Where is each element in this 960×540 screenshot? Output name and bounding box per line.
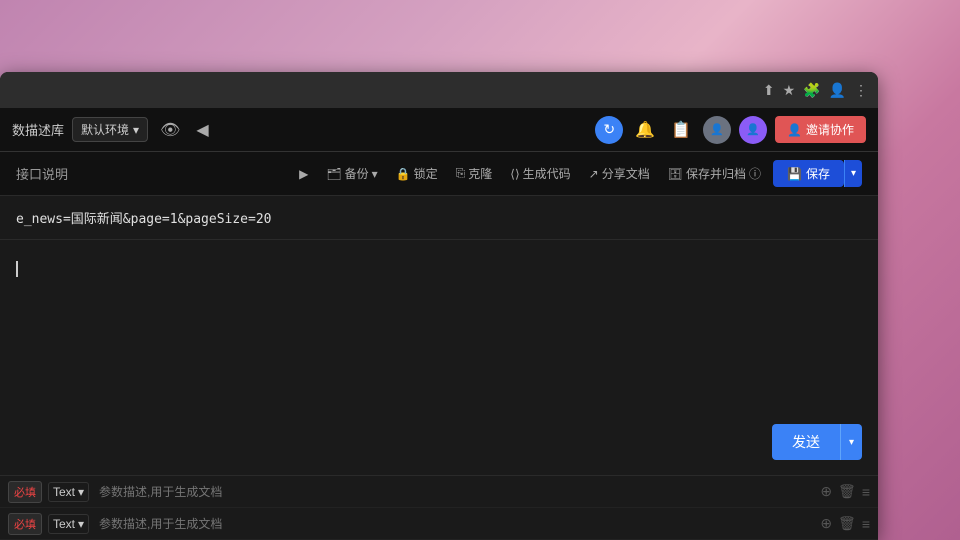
clone-label: 克隆	[468, 165, 492, 182]
puzzle-browser-icon[interactable]: 🧩	[803, 82, 820, 99]
avatar-1[interactable]: 👤	[703, 116, 731, 144]
person-add-icon: 👤	[787, 123, 802, 137]
param-type-label-1: Text	[53, 485, 75, 499]
share-doc-button[interactable]: ↗ 分享文档	[583, 162, 656, 185]
save-dropdown-button[interactable]: ▾	[844, 160, 862, 187]
notes-icon[interactable]: 📋	[667, 116, 695, 144]
bell-icon[interactable]: 🔔	[631, 116, 659, 144]
browser-topbar: ⬆ ★ 🧩 👤 ⋮	[0, 72, 878, 108]
param-row-1: 必填 Text ▾ ⊕ 🗑 ≡	[0, 476, 878, 508]
code-icon: ⟨⟩	[510, 167, 519, 181]
backup-icon: 🗂	[326, 167, 341, 181]
save-arrow-icon: ▾	[851, 168, 856, 179]
send-button[interactable]: 发送	[772, 424, 840, 460]
clone-icon: ⎘	[456, 166, 466, 181]
invite-label: 邀请协作	[806, 121, 854, 138]
save-button[interactable]: 💾 保存	[773, 160, 844, 187]
back-icon[interactable]: ◀	[192, 116, 212, 144]
archive-icon: 🗄	[668, 167, 683, 181]
env-selector[interactable]: 默认环境 ▾	[72, 117, 148, 142]
sync-icon: ↻	[603, 121, 615, 138]
api-toolbar: 接口说明 ▶ 🗂 备份 ▾ 🔒 锁定 ⎘ 克隆	[0, 152, 878, 196]
url-text[interactable]: e_news=国际新闻&page=1&pageSize=20	[16, 208, 272, 227]
param-desc-input-1[interactable]	[95, 485, 814, 499]
avatar-icon-2: 👤	[746, 123, 760, 136]
param-type-chevron-1: ▾	[78, 485, 84, 499]
param-actions-2: ⊕ 🗑 ≡	[820, 515, 870, 532]
invite-button[interactable]: 👤 邀请协作	[775, 116, 866, 143]
param-more-icon-1[interactable]: ≡	[862, 484, 870, 500]
param-actions-1: ⊕ 🗑 ≡	[820, 483, 870, 500]
save-archive-button[interactable]: 🗄 保存并归档 ⓘ	[662, 162, 767, 185]
param-desc-input-2[interactable]	[95, 517, 814, 531]
param-type-chevron-2: ▾	[78, 517, 84, 531]
lock-icon: 🔒	[396, 167, 411, 181]
params-area: 必填 Text ▾ ⊕ 🗑 ≡ 必填 Text ▾	[0, 475, 878, 540]
share-icon: ↗	[589, 167, 599, 181]
generate-code-button[interactable]: ⟨⟩ 生成代码	[504, 162, 576, 185]
param-delete-icon-2[interactable]: 🗑	[838, 515, 856, 532]
bookmark-browser-icon[interactable]: ★	[783, 82, 796, 99]
play-button[interactable]: ▶	[293, 164, 314, 184]
clone-button[interactable]: ⎘ 克隆	[450, 162, 499, 185]
browser-window: ⬆ ★ 🧩 👤 ⋮ 数描述库 默认环境 ▾ 👁 ◀ ↻ 🔔 📋 👤	[0, 72, 878, 540]
app-navbar: 数描述库 默认环境 ▾ 👁 ◀ ↻ 🔔 📋 👤 👤 👤 邀请协作	[0, 108, 878, 152]
param-delete-icon-1[interactable]: 🗑	[838, 483, 856, 500]
env-label: 默认环境	[81, 121, 129, 138]
param-add-icon-1[interactable]: ⊕	[820, 483, 832, 500]
backup-button[interactable]: 🗂 备份 ▾	[320, 162, 383, 185]
send-btn-container: 发送 ▾	[772, 424, 862, 460]
send-arrow-icon: ▾	[849, 437, 854, 448]
save-archive-label: 保存并归档	[686, 165, 746, 182]
save-btn-group: 💾 保存 ▾	[773, 160, 862, 187]
param-type-label-2: Text	[53, 517, 75, 531]
generate-code-label: 生成代码	[523, 165, 571, 182]
send-label: 发送	[792, 434, 820, 450]
save-icon: 💾	[787, 167, 802, 181]
nav-left: 数描述库 默认环境 ▾ 👁 ◀	[12, 116, 213, 144]
main-content: 接口说明 ▶ 🗂 备份 ▾ 🔒 锁定 ⎘ 克隆	[0, 152, 878, 540]
param-required-badge-2: 必填	[8, 513, 42, 535]
save-label: 保存	[806, 165, 830, 182]
avatar-2[interactable]: 👤	[739, 116, 767, 144]
play-icon: ▶	[299, 167, 308, 181]
send-dropdown-button[interactable]: ▾	[840, 424, 862, 460]
share-browser-icon[interactable]: ⬆	[763, 82, 775, 99]
param-more-icon-2[interactable]: ≡	[862, 516, 870, 532]
nav-right: ↻ 🔔 📋 👤 👤 👤 邀请协作	[595, 116, 866, 144]
eye-icon[interactable]: 👁	[156, 116, 184, 144]
profile-browser-icon[interactable]: 👤	[829, 82, 846, 99]
api-desc-label: 接口说明	[16, 164, 68, 183]
sync-button[interactable]: ↻	[595, 116, 623, 144]
db-label: 数描述库	[12, 120, 64, 139]
url-area: e_news=国际新闻&page=1&pageSize=20	[0, 196, 878, 240]
more-browser-icon[interactable]: ⋮	[854, 82, 868, 99]
param-row-2: 必填 Text ▾ ⊕ 🗑 ≡	[0, 508, 878, 540]
text-cursor	[16, 261, 18, 277]
backup-chevron: ▾	[372, 167, 378, 181]
cursor-area	[0, 240, 878, 298]
param-type-select-1[interactable]: Text ▾	[48, 482, 89, 502]
lock-label: 锁定	[414, 165, 438, 182]
info-icon: ⓘ	[749, 165, 761, 182]
toolbar-right: ▶ 🗂 备份 ▾ 🔒 锁定 ⎘ 克隆 ⟨⟩ 生成代码	[293, 160, 862, 187]
param-required-badge-1: 必填	[8, 481, 42, 503]
lock-button[interactable]: 🔒 锁定	[390, 162, 444, 185]
share-doc-label: 分享文档	[602, 165, 650, 182]
param-type-select-2[interactable]: Text ▾	[48, 514, 89, 534]
param-add-icon-2[interactable]: ⊕	[820, 515, 832, 532]
backup-label: 备份	[345, 165, 369, 182]
avatar-icon: 👤	[710, 123, 724, 136]
chevron-down-icon: ▾	[133, 123, 139, 137]
